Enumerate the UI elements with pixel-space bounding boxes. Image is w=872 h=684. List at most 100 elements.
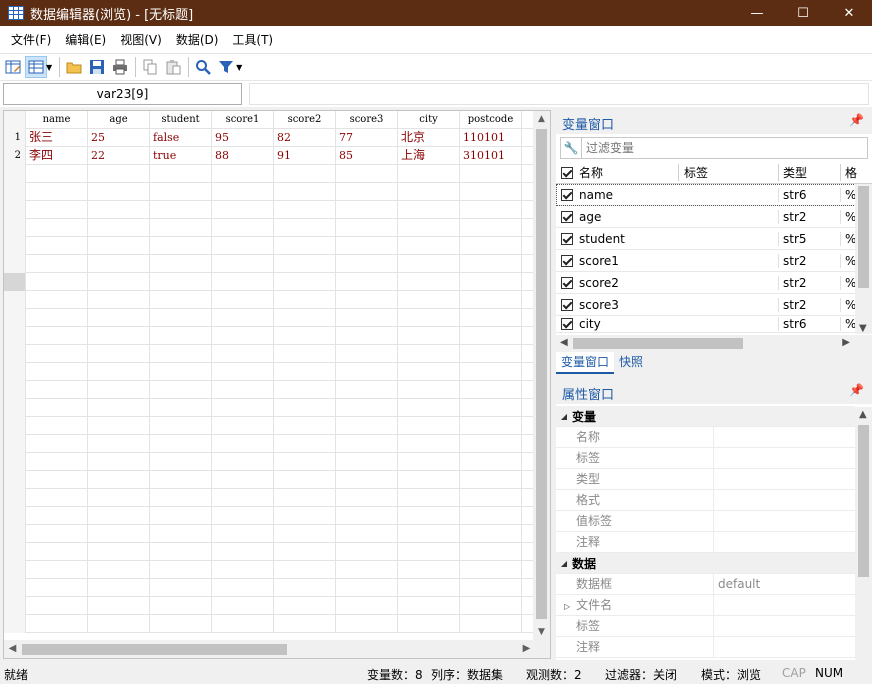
- row-number[interactable]: [4, 579, 26, 597]
- grid-cell[interactable]: [26, 255, 88, 273]
- copy-button[interactable]: [139, 56, 161, 78]
- list-item[interactable]: name str6 %9: [556, 184, 872, 206]
- property-row[interactable]: 注释: [556, 531, 855, 553]
- grid-cell[interactable]: [398, 273, 460, 291]
- row-number[interactable]: [4, 327, 26, 345]
- grid-cell[interactable]: [274, 327, 336, 345]
- grid-cell[interactable]: [26, 417, 88, 435]
- grid-cell[interactable]: [398, 255, 460, 273]
- grid-cell[interactable]: [26, 561, 88, 579]
- checkbox[interactable]: [561, 232, 573, 245]
- row-number[interactable]: [4, 219, 26, 237]
- row-number[interactable]: [4, 543, 26, 561]
- checkbox[interactable]: [561, 254, 573, 267]
- grid-cell[interactable]: [26, 291, 88, 309]
- row-number[interactable]: [4, 273, 26, 291]
- property-row[interactable]: 格式: [556, 489, 855, 511]
- grid-cell[interactable]: [336, 219, 398, 237]
- list-item[interactable]: student str5 %9: [556, 228, 872, 250]
- grid-cell[interactable]: [88, 201, 150, 219]
- list-item[interactable]: city str6 %9: [556, 316, 872, 333]
- scroll-up-icon[interactable]: ▲: [533, 111, 550, 128]
- grid-cell[interactable]: [88, 309, 150, 327]
- grid-cell[interactable]: [88, 579, 150, 597]
- minimize-button[interactable]: —: [734, 0, 780, 26]
- row-number[interactable]: [4, 291, 26, 309]
- cell-value-field[interactable]: [249, 83, 869, 105]
- grid-cell[interactable]: [274, 561, 336, 579]
- grid-cell[interactable]: [398, 327, 460, 345]
- grid-cell[interactable]: [212, 183, 274, 201]
- print-button[interactable]: [109, 56, 131, 78]
- grid-cell[interactable]: [274, 201, 336, 219]
- save-button[interactable]: [86, 56, 108, 78]
- column-header[interactable]: score1: [212, 111, 274, 129]
- edit-mode-button[interactable]: [2, 56, 24, 78]
- grid-cell[interactable]: [460, 237, 522, 255]
- checkbox[interactable]: [561, 210, 573, 223]
- grid-cell[interactable]: [274, 237, 336, 255]
- grid-cell[interactable]: [26, 183, 88, 201]
- grid-cell[interactable]: [26, 615, 88, 633]
- grid-cell[interactable]: [212, 345, 274, 363]
- chevron-down-icon[interactable]: ▼: [46, 63, 52, 72]
- grid-cell[interactable]: [336, 525, 398, 543]
- grid-cell[interactable]: [398, 579, 460, 597]
- grid-cell[interactable]: [88, 417, 150, 435]
- grid-cell[interactable]: [26, 273, 88, 291]
- grid-cell[interactable]: [26, 597, 88, 615]
- column-header[interactable]: score2: [274, 111, 336, 129]
- grid-cell[interactable]: [212, 291, 274, 309]
- grid-cell[interactable]: [88, 327, 150, 345]
- property-row[interactable]: 标签: [556, 447, 855, 469]
- grid-cell[interactable]: [88, 507, 150, 525]
- grid-cell[interactable]: [274, 507, 336, 525]
- column-header[interactable]: name: [26, 111, 88, 129]
- grid-cell[interactable]: [274, 309, 336, 327]
- grid-cell[interactable]: [88, 615, 150, 633]
- grid-cell[interactable]: [274, 219, 336, 237]
- property-key[interactable]: ▷ 文件名: [556, 594, 714, 616]
- grid-cell[interactable]: [460, 489, 522, 507]
- grid-cell[interactable]: [398, 471, 460, 489]
- grid-cell[interactable]: [88, 435, 150, 453]
- grid-cell[interactable]: [460, 597, 522, 615]
- grid-cell[interactable]: [212, 273, 274, 291]
- grid-cell[interactable]: [26, 237, 88, 255]
- grid-cell[interactable]: [398, 615, 460, 633]
- grid-cell[interactable]: [460, 453, 522, 471]
- grid-cell[interactable]: [398, 399, 460, 417]
- grid-cell[interactable]: [336, 363, 398, 381]
- row-number[interactable]: [4, 183, 26, 201]
- row-number[interactable]: [4, 615, 26, 633]
- grid-cell[interactable]: [212, 219, 274, 237]
- grid-cell[interactable]: [274, 489, 336, 507]
- scroll-down-icon[interactable]: ▼: [859, 323, 867, 334]
- grid-cell[interactable]: [88, 381, 150, 399]
- property-row[interactable]: 标签: [556, 615, 855, 637]
- grid-cell[interactable]: [336, 237, 398, 255]
- scroll-left-icon[interactable]: ◀: [560, 337, 568, 348]
- grid-cell[interactable]: [212, 453, 274, 471]
- row-number[interactable]: [4, 309, 26, 327]
- grid-cell[interactable]: 95: [212, 129, 274, 147]
- grid-cell[interactable]: [336, 201, 398, 219]
- grid-cell[interactable]: [398, 363, 460, 381]
- grid-cell[interactable]: [150, 327, 212, 345]
- grid-cell[interactable]: [88, 561, 150, 579]
- grid-cell[interactable]: [26, 435, 88, 453]
- row-number[interactable]: [4, 399, 26, 417]
- property-row[interactable]: 类型: [556, 468, 855, 490]
- grid-cell[interactable]: 85: [336, 147, 398, 165]
- grid-cell[interactable]: [150, 615, 212, 633]
- grid-cell[interactable]: [150, 417, 212, 435]
- properties-vertical-scrollbar[interactable]: ▲: [855, 407, 872, 660]
- grid-cell[interactable]: [398, 489, 460, 507]
- search-button[interactable]: [192, 56, 214, 78]
- checkbox[interactable]: [561, 276, 573, 289]
- grid-cell[interactable]: [274, 345, 336, 363]
- grid-cell[interactable]: [274, 579, 336, 597]
- grid-body[interactable]: name age student score1 score2 score3 ci…: [4, 111, 534, 641]
- menu-tools[interactable]: 工具(T): [225, 31, 280, 48]
- scroll-thumb[interactable]: [858, 186, 869, 288]
